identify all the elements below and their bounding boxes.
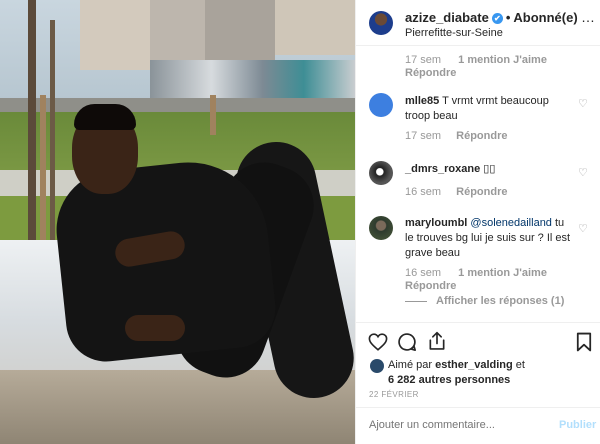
likes-count-button[interactable]: 6 282 autres personnes <box>388 374 510 386</box>
photo-building <box>80 0 150 70</box>
comment-mention[interactable]: @solenedailland <box>470 217 552 229</box>
photo-person-hair <box>74 104 136 130</box>
comment-like-heart-icon[interactable]: ♡ <box>578 222 588 235</box>
post-actions: Aimé par esther_valding et 6 282 autres … <box>356 322 600 444</box>
comment-text: mlle85 T vrmt vrmt beaucoup troop beau <box>405 94 573 124</box>
likes-prefix: Aimé par <box>388 359 436 371</box>
commenter-avatar[interactable] <box>369 93 393 117</box>
comment-like-heart-icon[interactable]: ♡ <box>578 97 588 110</box>
comment-text: maryloumbl @solenedailland tu le trouves… <box>405 216 573 261</box>
likes-summary: Aimé par esther_valding et 6 282 autres … <box>388 358 588 388</box>
reply-button[interactable]: Répondre <box>456 186 507 198</box>
commenter-avatar[interactable] <box>369 161 393 185</box>
comment-time[interactable]: 16 sem <box>405 186 441 198</box>
post-date[interactable]: 22 FÉVRIER <box>369 390 419 399</box>
author-username[interactable]: azize_diabate <box>405 10 489 25</box>
author-line: azize_diabate ✔ • Abonné(e) <box>405 10 578 25</box>
follow-status-button[interactable]: Abonné(e) <box>513 10 577 25</box>
more-dots-icon[interactable]: … <box>581 10 596 24</box>
photo-tree <box>50 20 55 240</box>
comment-reply-row: Répondre <box>405 280 456 292</box>
photo-building <box>205 0 275 60</box>
likes-connector: et <box>512 359 525 371</box>
commenter-avatar[interactable] <box>369 216 393 240</box>
post-header: azize_diabate ✔ • Abonné(e) Pierrefitte-sur… <box>356 0 600 46</box>
comment-like-heart-icon[interactable]: ♡ <box>578 166 588 179</box>
comment-icon[interactable] <box>396 331 418 353</box>
reply-button[interactable]: Répondre <box>405 280 456 292</box>
comment-reply-row: Répondre <box>405 67 456 79</box>
post-photo[interactable] <box>0 0 355 444</box>
photo-tree <box>28 0 36 250</box>
comment-username[interactable]: maryloumbl <box>405 217 467 229</box>
add-comment-bar: Publier <box>356 407 600 444</box>
publish-button[interactable]: Publier <box>559 419 596 431</box>
comment-meta: 17 sem 1 mention J'aime <box>405 54 547 66</box>
add-comment-input[interactable] <box>369 419 544 431</box>
comment-text: _dmrs_roxane ▯▯ <box>405 162 573 177</box>
view-replies-button[interactable]: Afficher les réponses (1) <box>436 295 564 307</box>
photo-stake <box>40 95 46 240</box>
comment-time[interactable]: 17 sem <box>405 130 441 142</box>
liker-avatar[interactable] <box>370 359 384 373</box>
comments-list[interactable]: 17 sem 1 mention J'aime Répondre mlle85 … <box>356 46 600 322</box>
bookmark-icon[interactable] <box>575 331 593 353</box>
reply-button[interactable]: Répondre <box>405 67 456 79</box>
comment-body: ▯▯ <box>483 163 496 175</box>
post-side-panel: azize_diabate ✔ • Abonné(e) Pierrefitte-sur… <box>355 0 600 444</box>
verified-badge-icon: ✔ <box>491 13 503 24</box>
view-replies: Afficher les réponses (1) <box>436 295 564 307</box>
author-avatar[interactable] <box>369 11 393 35</box>
comment-username[interactable]: mlle85 <box>405 95 439 107</box>
comment-meta: 16 sem Répondre <box>405 186 507 198</box>
liker-username[interactable]: esther_valding <box>435 359 513 371</box>
comment-username[interactable]: _dmrs_roxane <box>405 163 480 175</box>
photo-person-hand <box>125 315 185 341</box>
comment-time[interactable]: 16 sem <box>405 267 441 279</box>
reply-button[interactable]: Répondre <box>456 130 507 142</box>
photo-stake <box>210 95 216 135</box>
photo-building <box>275 0 355 55</box>
heart-icon[interactable] <box>367 331 389 353</box>
instagram-post: azize_diabate ✔ • Abonné(e) Pierrefitte-sur… <box>0 0 600 444</box>
comment-meta: 16 sem 1 mention J'aime <box>405 267 547 279</box>
header-separator: • <box>505 10 511 25</box>
post-location[interactable]: Pierrefitte-sur-Seine <box>405 27 503 39</box>
comment-likes[interactable]: 1 mention J'aime <box>458 54 547 66</box>
comment-likes[interactable]: 1 mention J'aime <box>458 267 547 279</box>
view-replies-line <box>405 301 427 302</box>
comment-meta: 17 sem Répondre <box>405 130 507 142</box>
comment-time[interactable]: 17 sem <box>405 54 441 66</box>
share-icon[interactable] <box>426 330 448 352</box>
